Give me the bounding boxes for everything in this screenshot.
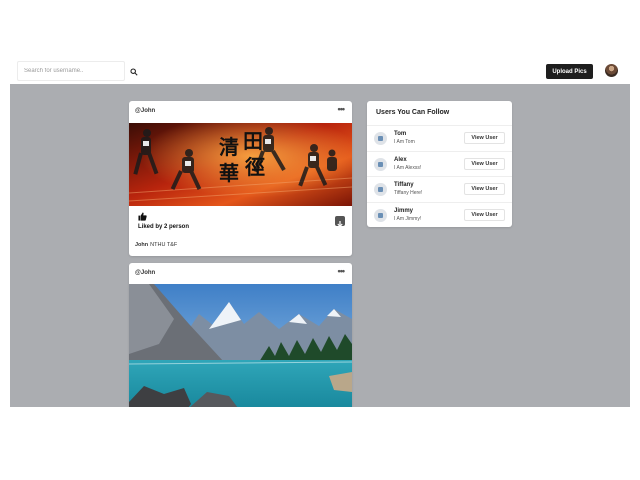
post-header: @John ••• (129, 101, 352, 122)
user-bio: I Am Tom (394, 139, 415, 145)
search-field[interactable] (24, 68, 118, 74)
post-username[interactable]: @John (135, 270, 155, 276)
suggested-users-list: Tom I Am Tom View User Alex I Am Alexss!… (367, 125, 512, 227)
list-item: Tom I Am Tom View User (367, 125, 512, 151)
view-user-button[interactable]: View User (464, 132, 505, 144)
user-bio: Tiffany Here! (394, 190, 423, 196)
search-icon[interactable] (130, 68, 138, 76)
caption-username[interactable]: John (135, 242, 148, 248)
user-bio: I Am Jimmy! (394, 215, 422, 222)
banner-calligraphy: 田 清 徑 華 (215, 129, 271, 189)
suggested-users-panel: Users You Can Follow Tom I Am Tom View U… (367, 101, 512, 227)
view-user-button[interactable]: View User (464, 183, 505, 195)
list-item: Tiffany Tiffany Here! View User (367, 176, 512, 202)
banner-char: 華 (219, 161, 239, 185)
post-username[interactable]: @John (135, 108, 155, 114)
list-item: Jimmy I Am Jimmy! View User (367, 201, 512, 228)
user-name: Jimmy (394, 207, 414, 214)
user-avatar-icon (374, 157, 387, 171)
banner-char: 徑 (245, 155, 265, 179)
more-options-icon[interactable]: ••• (338, 104, 346, 114)
user-name: Tiffany (394, 182, 414, 188)
post-header: @John ••• (129, 263, 352, 284)
banner-char: 清 (219, 135, 239, 159)
feed-area: @John ••• 田 清 徑 華 Liked by 2 person John… (10, 84, 630, 407)
page: Upload Pics @John ••• (0, 0, 640, 480)
user-name: Alex (394, 156, 407, 163)
search-input[interactable] (17, 61, 125, 81)
post-card: @John ••• (129, 101, 352, 256)
thumbs-up-icon[interactable] (138, 212, 147, 221)
post-caption: John NTHU T&F (135, 242, 177, 248)
likes-count: Liked by 2 person (138, 224, 190, 230)
view-user-button[interactable]: View User (464, 208, 505, 221)
caption-text: NTHU T&F (150, 242, 178, 248)
post-image (129, 284, 352, 407)
upload-pics-button[interactable]: Upload Pics (546, 64, 593, 79)
user-avatar[interactable] (605, 64, 618, 77)
top-bar: Upload Pics (10, 60, 630, 84)
user-name: Tom (394, 131, 407, 137)
panel-title: Users You Can Follow (376, 109, 450, 116)
post-card: @John ••• (129, 263, 352, 407)
user-avatar-icon (374, 208, 387, 222)
list-item: Alex I Am Alexss! View User (367, 150, 512, 177)
download-icon[interactable] (335, 216, 345, 228)
user-bio: I Am Alexss! (394, 164, 422, 171)
user-avatar-icon (374, 183, 387, 196)
banner-char: 田 (243, 129, 263, 153)
more-options-icon[interactable]: ••• (338, 266, 346, 276)
view-user-button[interactable]: View User (464, 157, 505, 170)
user-avatar-icon (374, 132, 387, 145)
